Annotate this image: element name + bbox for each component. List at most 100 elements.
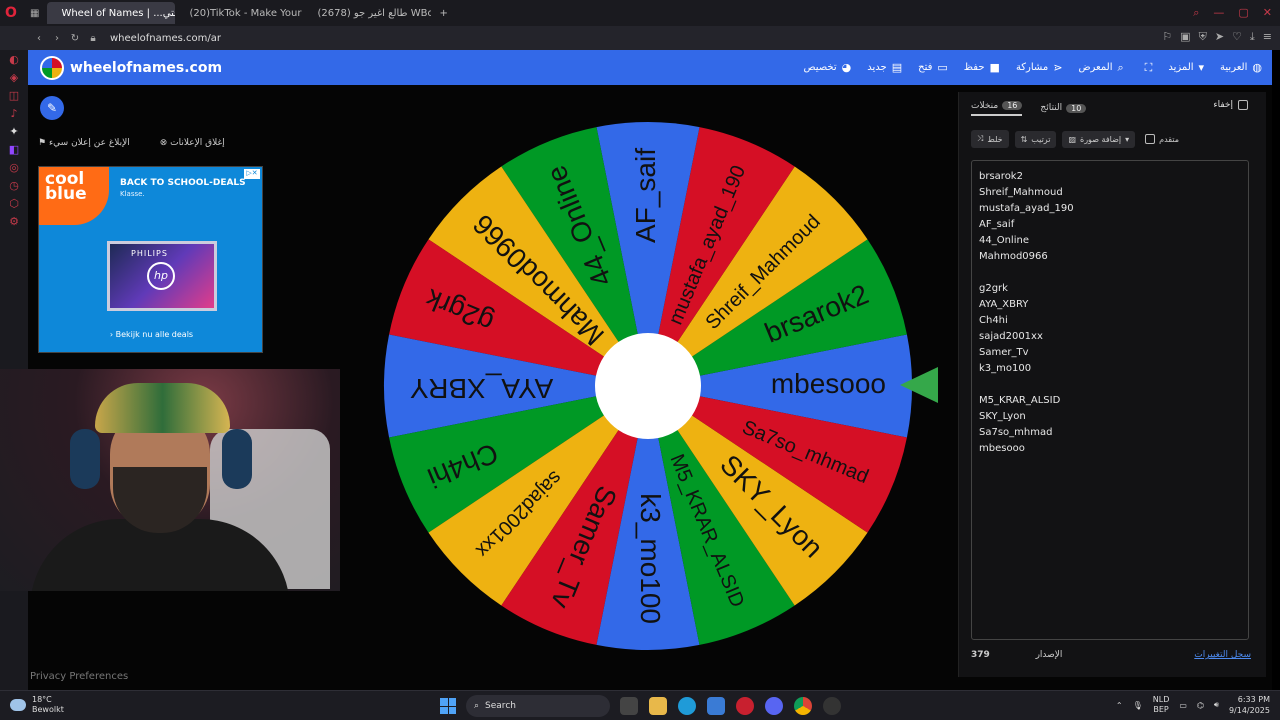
search-tabs-icon[interactable]: ⌕ [1193, 6, 1199, 20]
shuffle-button[interactable]: ⤨ خلط [971, 130, 1009, 148]
entries-panel: منخلات 16 النتائج 10 إخفاء ⤨ خلط ⇅ ترتيب ▨ إضا… [958, 92, 1266, 677]
monitor-icon[interactable]: ▭ [1179, 701, 1187, 710]
twitch-icon[interactable]: ◧ [8, 144, 20, 156]
weather-text: Bewolkt [32, 705, 64, 714]
advanced-toggle[interactable]: متقدم [1145, 134, 1179, 144]
player-icon[interactable]: ◎ [8, 162, 20, 174]
headphone-right [222, 429, 252, 489]
browser-tab[interactable]: Wheel of Names | ...اجتي [47, 2, 176, 24]
opera-icon[interactable] [736, 697, 754, 715]
panel-tab[interactable]: منخلات 16 [971, 101, 1023, 116]
site-logo-icon[interactable] [40, 55, 64, 80]
forward-icon[interactable]: › [48, 33, 66, 44]
sort-button[interactable]: ⇅ ترتيب [1014, 130, 1057, 148]
weather-widget[interactable]: 18°C Bewolkt [10, 695, 64, 715]
microphone-icon[interactable]: 🎙︎ [1133, 701, 1143, 710]
aria-icon[interactable]: ◐ [8, 54, 20, 66]
entries-textarea[interactable]: brsarok2 Shreif_Mahmoud mustafa_ayad_190 AF… [971, 160, 1249, 640]
menu-item[interactable]: ⋖ مشاركة [1016, 61, 1063, 74]
entry-line: SKY_Lyon [979, 411, 1026, 422]
wheel-center[interactable] [595, 333, 701, 439]
menu-item[interactable]: ▭ فتح [918, 61, 948, 74]
heart-icon[interactable]: ♡ [1232, 30, 1242, 44]
adchoices-icon[interactable]: ▷✕ [244, 169, 260, 179]
menu-icon[interactable]: ≡ [1263, 30, 1272, 44]
ad-cta-link[interactable]: › Bekijk nu alle deals [39, 330, 262, 339]
reload-icon[interactable]: ↻ [66, 33, 84, 44]
workspaces-icon[interactable]: ▦ [22, 2, 47, 24]
bookmark-icon[interactable]: ⚐ [1162, 30, 1172, 44]
history-icon[interactable]: ◷ [8, 180, 20, 192]
url-field[interactable]: wheelofnames.com/ar [110, 33, 221, 44]
ad-controls: ⚑ الإبلاغ عن إعلان سيء ⊗ إغلاق الإعلانات [38, 138, 225, 148]
advertisement[interactable]: cool blue BACK TO SCHOOL-DEALS Klasse. P… [38, 166, 263, 353]
entry-line: Sa7so_mhmad [979, 427, 1053, 438]
site-title[interactable]: wheelofnames.com [70, 60, 222, 76]
coolblue-logo: cool blue [39, 167, 109, 225]
windows-taskbar: 18°C Bewolkt ⌕ Search ⌃ 🎙︎ NLD BEP ▭ ⌬ 🔊︎ 6… [0, 690, 1280, 720]
hide-toggle[interactable]: إخفاء [1213, 100, 1248, 110]
menu-item[interactable]: ▤ جديد [867, 61, 902, 74]
send-icon[interactable]: ➤ [1215, 30, 1224, 44]
taskbar-search[interactable]: ⌕ Search [466, 695, 610, 717]
search-icon: ⌕ [1117, 60, 1124, 74]
entry-line: mustafa_ayad_190 [979, 203, 1074, 214]
report-ad-link[interactable]: ⚑ الإبلاغ عن إعلان سيء [38, 138, 130, 148]
store-icon[interactable] [707, 697, 725, 715]
menu-item[interactable]: ▾ المزيد [1168, 61, 1204, 74]
instagram-icon[interactable]: ◫ [8, 90, 20, 102]
discord-icon[interactable] [765, 697, 783, 715]
new-tab-button[interactable]: + [431, 2, 455, 24]
browser-tab[interactable]: طالع اغير جو (2678) WBoY [303, 2, 431, 24]
headphone-left [70, 429, 100, 489]
search-icon: ⌕ [474, 701, 480, 711]
edge-icon[interactable] [678, 697, 696, 715]
apps-icon[interactable]: ✦ [8, 126, 20, 138]
close-icon[interactable]: ✕ [1263, 6, 1272, 20]
panel-tab[interactable]: النتائج 10 [1040, 103, 1087, 113]
entry-line: g2grk [979, 283, 1008, 294]
close-ads-link[interactable]: ⊗ إغلاق الإعلانات [160, 138, 225, 148]
hide-label: إخفاء [1213, 100, 1233, 110]
changelog-link[interactable]: سجل التغييرات [1194, 650, 1251, 660]
opera-logo-icon[interactable]: O [0, 0, 22, 26]
advanced-checkbox[interactable] [1145, 134, 1156, 144]
file-explorer-icon[interactable] [649, 697, 667, 715]
minimize-icon[interactable]: — [1213, 6, 1224, 20]
menu-item[interactable]: ◕ تخصيص [803, 61, 851, 74]
windows-start-icon[interactable] [440, 698, 456, 714]
menu-item[interactable]: ⌕ المعرض [1078, 61, 1123, 75]
chrome-icon[interactable] [794, 697, 812, 715]
menu-item[interactable]: ◍ العربية [1220, 61, 1262, 74]
wheel[interactable]: mbesooo brsarok2 Shreif_Mahmoud mustafa_aya… [382, 120, 914, 652]
task-view-icon[interactable] [620, 697, 638, 715]
network-icon[interactable]: ⌬ [1197, 701, 1204, 710]
snapshot-icon[interactable]: ▣ [1180, 30, 1190, 44]
back-icon[interactable]: ‹ [30, 33, 48, 44]
file-icon: ▤ [891, 61, 903, 74]
download-icon[interactable]: ⤓ [1250, 30, 1255, 44]
entry-line: brsarok2 [979, 171, 1023, 182]
edit-wheel-button[interactable]: ✎ [40, 96, 64, 120]
extensions-icon[interactable]: ⬡ [8, 198, 20, 210]
webcam-overlay [0, 369, 340, 591]
menu-item[interactable]: ⛶ [1140, 61, 1153, 75]
privacy-preferences-link[interactable]: Privacy Preferences [30, 671, 128, 682]
browser-tab[interactable]: (20)TikTok - Make Your D... [175, 2, 303, 24]
hide-checkbox[interactable] [1238, 100, 1248, 110]
add-image-button[interactable]: ▨ إضافة صورة ▾ [1062, 130, 1136, 148]
language-indicator[interactable]: NLD BEP [1153, 695, 1170, 715]
menu-item[interactable]: ■ حفظ [964, 61, 1000, 74]
messenger-icon[interactable]: ◈ [8, 72, 20, 84]
chevron-up-icon[interactable]: ⌃ [1116, 701, 1123, 710]
clock[interactable]: 6:33 PM 9/14/2025 [1229, 694, 1270, 716]
chatgpt-icon[interactable] [823, 697, 841, 715]
panel-footer: 379 الإصدار سجل التغييرات [971, 650, 1251, 660]
shield-icon[interactable]: ⛨ [1199, 30, 1207, 44]
chevron-down-icon: ▾ [1198, 61, 1205, 74]
maximize-icon[interactable]: ▢ [1238, 6, 1248, 20]
volume-icon[interactable]: 🔊︎ [1214, 700, 1219, 710]
wheel-svg[interactable]: mbesooobrsarok2Shreif_Mahmoudmustafa_aya… [382, 120, 914, 652]
settings-icon[interactable]: ⚙ [8, 216, 20, 228]
tiktok-icon[interactable]: ♪ [8, 108, 20, 120]
